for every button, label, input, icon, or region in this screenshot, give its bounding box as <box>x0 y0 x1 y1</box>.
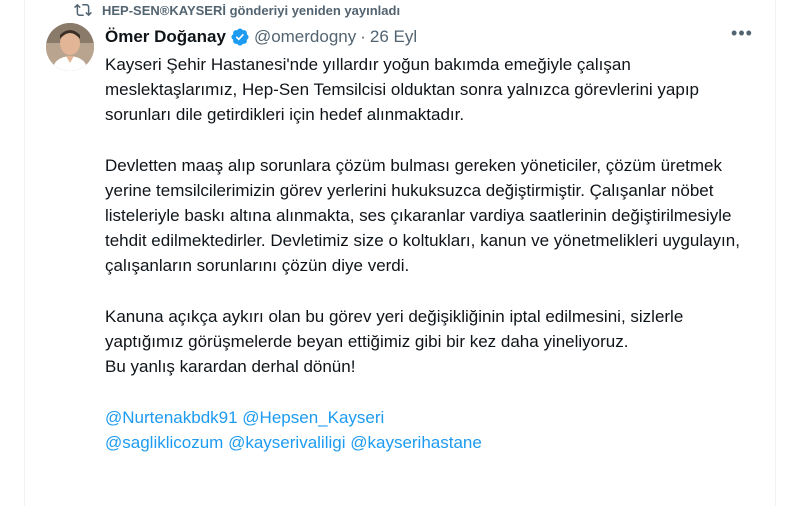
avatar-photo <box>46 23 94 71</box>
mention-link[interactable]: @Hepsen_Kayseri <box>242 408 384 427</box>
paragraph-2: Devletten maaş alıp sorunlara çözüm bulm… <box>105 156 740 275</box>
author-handle[interactable]: @omerdogny <box>254 27 356 47</box>
mentions-line-1: @Nurtenakbdk91 @Hepsen_Kayseri <box>105 405 755 430</box>
paragraph-1: Kayseri Şehir Hastanesi'nde yıllardır yo… <box>105 55 699 124</box>
retweet-banner[interactable]: HEP-SEN®KAYSERİ gönderiyi yeniden yayınl… <box>74 0 400 20</box>
tweet-header: Ömer Doğanay @omerdogny · 26 Eyl <box>105 26 417 48</box>
mention-link[interactable]: @sagliklicozum <box>105 433 223 452</box>
more-options-icon[interactable]: ••• <box>730 24 754 46</box>
mention-link[interactable]: @Nurtenakbdk91 <box>105 408 238 427</box>
author-name[interactable]: Ömer Doğanay <box>105 27 226 47</box>
paragraph-4: Bu yanlış karardan derhal dönün! <box>105 357 356 376</box>
retweet-label: HEP-SEN®KAYSERİ gönderiyi yeniden yayınl… <box>102 2 401 18</box>
separator-dot: · <box>360 27 366 46</box>
retweet-icon <box>74 3 92 17</box>
mention-link[interactable]: @kayserihastane <box>350 433 482 452</box>
tweet-date[interactable]: 26 Eyl <box>370 27 417 47</box>
mentions-line-2: @sagliklicozum @kayserivaliligi @kayseri… <box>105 430 755 455</box>
tweet-text: Kayseri Şehir Hastanesi'nde yıllardır yo… <box>105 52 755 455</box>
avatar[interactable] <box>46 23 94 71</box>
verified-badge-icon[interactable] <box>230 27 250 47</box>
mention-link[interactable]: @kayserivaliligi <box>228 433 345 452</box>
paragraph-3: Kanuna açıkça aykırı olan bu görev yeri … <box>105 307 684 351</box>
